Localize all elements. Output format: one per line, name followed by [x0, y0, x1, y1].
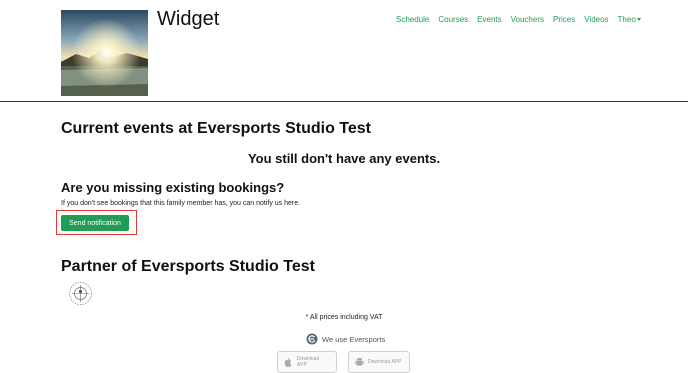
apple-icon: [284, 358, 292, 367]
partner-heading: Partner of Eversports Studio Test: [61, 258, 315, 275]
eversports-credit[interactable]: We use Eversports: [306, 333, 385, 345]
missing-bookings-hint: If you don't see bookings that this fami…: [61, 200, 301, 207]
nav-courses[interactable]: Courses: [438, 15, 468, 24]
empty-state-message: You still don't have any events.: [247, 151, 441, 166]
vat-note: * All prices including VAT: [305, 314, 383, 321]
nav-videos[interactable]: Videos: [584, 15, 608, 24]
nav-vouchers[interactable]: Vouchers: [511, 15, 544, 24]
nav-schedule[interactable]: Schedule: [396, 15, 429, 24]
play-store-label: Download APP: [368, 359, 402, 365]
partner-logo[interactable]: [67, 280, 94, 307]
nav-prices[interactable]: Prices: [553, 15, 575, 24]
user-menu-label: Theo: [617, 15, 636, 24]
app-store-label: Download APP: [296, 356, 320, 368]
events-heading: Current events at Eversports Studio Test: [61, 120, 371, 137]
site-header: Widget Schedule Courses Events Vouchers …: [0, 0, 688, 102]
eversports-icon: [306, 333, 318, 345]
nav-events[interactable]: Events: [477, 15, 501, 24]
missing-bookings-heading: Are you missing existing bookings?: [61, 180, 285, 195]
page-title: Widget: [157, 8, 220, 30]
send-notification-button[interactable]: Send notification: [61, 215, 129, 231]
android-icon: [355, 357, 364, 366]
main-nav: Schedule Courses Events Vouchers Prices …: [396, 15, 641, 24]
user-menu[interactable]: Theo: [618, 15, 641, 24]
eversports-credit-label: We use Eversports: [322, 334, 386, 344]
studio-logo[interactable]: [61, 10, 148, 96]
chevron-down-icon: [636, 18, 641, 22]
